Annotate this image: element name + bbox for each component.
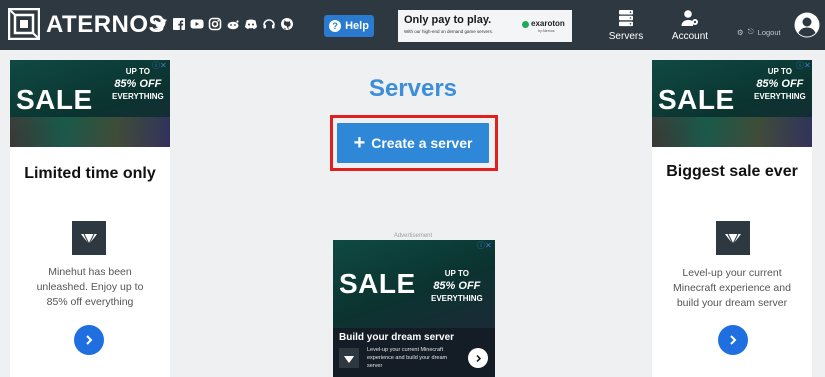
- right-ad-percent: 85% OFF: [756, 78, 804, 90]
- mid-ad-go-button[interactable]: [468, 348, 488, 368]
- right-ad-go-button[interactable]: [718, 325, 748, 355]
- right-ad-choices-icon[interactable]: ⓘ✕: [796, 60, 811, 71]
- plus-icon: +: [353, 132, 366, 154]
- user-avatar-icon[interactable]: [794, 12, 820, 38]
- top-ad-brand-sub: by Aternos: [538, 29, 555, 33]
- logout-icon: ⎋: [747, 27, 754, 36]
- left-ad-headline: Limited time only: [24, 165, 156, 182]
- logout-label: Logout: [757, 27, 781, 37]
- right-ad-offer: UP TO 85% OFF EVERYTHING: [754, 66, 806, 103]
- top-ad-headline: Only pay to play.: [404, 14, 492, 26]
- right-ad-logo-icon: [716, 221, 750, 255]
- top-ad-subtext: With our high-end on demand game servers…: [404, 29, 494, 34]
- help-button-label: Help: [345, 20, 369, 32]
- chevron-right-icon: [475, 354, 481, 362]
- ad-choices-icon[interactable]: ⓘ✕: [152, 60, 167, 71]
- mid-ad-everything: EVERYTHING: [431, 294, 483, 303]
- mid-ad-footer: Build your dream server Level-up your cu…: [333, 328, 495, 377]
- servers-icon: [619, 10, 633, 27]
- left-ad-description: Minehut has been unleashed. Enjoy up to …: [36, 266, 144, 308]
- right-ad-everything: EVERYTHING: [754, 92, 806, 101]
- mid-ad-percent: 85% OFF: [433, 280, 481, 292]
- mid-ad-headline: Build your dream server: [339, 332, 455, 343]
- help-question-icon: ?: [329, 20, 342, 32]
- top-ad-brand: exaroton: [531, 19, 565, 28]
- teamspeak-icon[interactable]: [262, 17, 276, 31]
- right-ad-headline: Biggest sale ever: [666, 163, 798, 180]
- github-icon[interactable]: [280, 17, 294, 31]
- settings-gear-icon[interactable]: ⚙: [737, 28, 744, 37]
- help-button[interactable]: ? Help: [324, 15, 374, 37]
- nav-servers[interactable]: Servers: [606, 9, 646, 42]
- left-ad-everything: EVERYTHING: [112, 92, 164, 101]
- mid-ad-choices-icon[interactable]: ⓘ✕: [477, 240, 492, 251]
- minehut-logo-icon: [72, 221, 106, 255]
- mid-ad-description: Level-up your current Minecraft experien…: [367, 347, 448, 369]
- create-server-label: Create a server: [371, 135, 473, 151]
- right-ad-sale: SALE: [658, 84, 735, 115]
- social-links: [154, 17, 294, 31]
- middle-advertisement[interactable]: SALE UP TO 85% OFF EVERYTHING ⓘ✕ Build y…: [333, 240, 495, 377]
- youtube-icon[interactable]: [190, 17, 204, 31]
- left-ad-go-button[interactable]: [74, 325, 104, 355]
- discord-icon[interactable]: [244, 17, 258, 31]
- brand-name[interactable]: ATERNOS: [46, 11, 165, 39]
- left-ad-lights: [10, 117, 170, 147]
- top-navigation-bar: ATERNOS ? Help Only pay to play. With ou…: [0, 0, 825, 50]
- instagram-icon[interactable]: [208, 17, 222, 31]
- twitter-icon[interactable]: [154, 17, 168, 31]
- nav-servers-label: Servers: [608, 31, 644, 42]
- right-advertisement[interactable]: SALE UP TO 85% OFF EVERYTHING ⓘ✕ Biggest…: [652, 60, 812, 377]
- mid-ad-banner: SALE UP TO 85% OFF EVERYTHING ⓘ✕: [333, 240, 495, 328]
- advertisement-label: Advertisement: [393, 233, 433, 239]
- left-ad-banner: SALE UP TO 85% OFF EVERYTHING ⓘ✕: [10, 60, 170, 147]
- page-title: Servers: [368, 75, 458, 102]
- facebook-icon[interactable]: [172, 17, 186, 31]
- nav-account[interactable]: Account: [668, 9, 712, 42]
- main-content: Servers + Create a server Advertisement …: [183, 50, 643, 377]
- left-advertisement[interactable]: SALE UP TO 85% OFF EVERYTHING ⓘ✕ Limited…: [10, 60, 170, 377]
- create-server-button[interactable]: + Create a server: [337, 123, 489, 163]
- chevron-right-icon: [730, 335, 737, 345]
- account-gear-icon: [681, 10, 698, 26]
- reddit-icon[interactable]: [226, 17, 240, 31]
- exaroton-logo-icon: [522, 21, 529, 28]
- aternos-logo-icon[interactable]: [8, 8, 40, 40]
- mid-ad-offer: UP TO 85% OFF EVERYTHING: [431, 268, 483, 305]
- mid-ad-logo-icon: [339, 348, 359, 368]
- nav-account-label: Account: [671, 31, 709, 42]
- mid-ad-sale: SALE: [339, 268, 416, 299]
- mid-ad-upto: UP TO: [444, 269, 469, 278]
- left-ad-offer: UP TO 85% OFF EVERYTHING: [112, 66, 164, 103]
- right-ad-description: Level-up your current Minecraft experien…: [673, 267, 791, 309]
- left-ad-sale: SALE: [16, 84, 93, 115]
- left-ad-percent: 85% OFF: [114, 78, 162, 90]
- logout-link[interactable]: ⚙ ⎋ Logout: [737, 27, 781, 37]
- top-advertisement[interactable]: Only pay to play. With our high-end on d…: [398, 10, 572, 42]
- right-ad-banner: SALE UP TO 85% OFF EVERYTHING ⓘ✕: [652, 60, 812, 147]
- chevron-right-icon: [86, 335, 93, 345]
- right-ad-lights: [652, 117, 812, 147]
